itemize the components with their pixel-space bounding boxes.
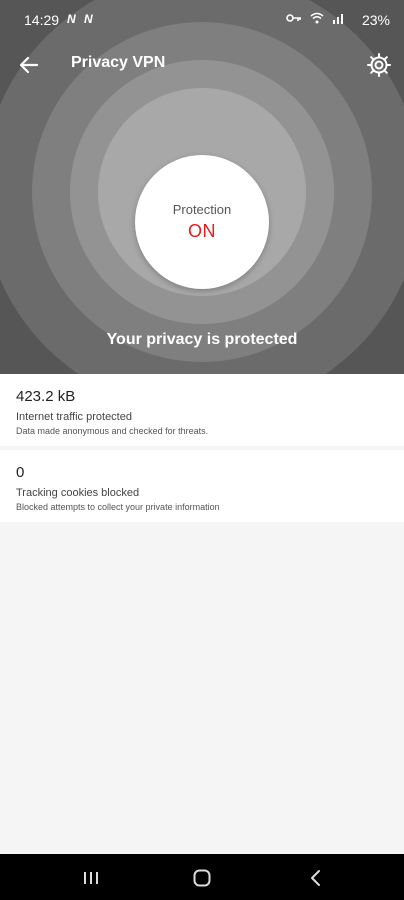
protection-toggle[interactable]: Protection ON	[135, 155, 269, 289]
signal-icon	[333, 14, 343, 24]
status-icons	[286, 12, 346, 24]
stat-value: 0	[16, 464, 25, 481]
nav-back-button[interactable]	[304, 866, 328, 890]
stat-description: Data made anonymous and checked for thre…	[16, 426, 209, 436]
status-bar: 14:29 N N 23%	[0, 0, 404, 40]
system-nav-bar	[0, 854, 404, 900]
protection-state: ON	[188, 221, 216, 241]
stat-value: 423.2 kB	[16, 388, 76, 405]
page-title: Privacy VPN	[71, 54, 166, 71]
notification-icon: N	[67, 12, 76, 26]
stat-label: Tracking cookies blocked	[16, 487, 140, 499]
stat-card-traffic: 423.2 kB Internet traffic protected Data…	[0, 374, 404, 446]
vpn-key-icon	[286, 14, 301, 22]
stat-label: Internet traffic protected	[16, 411, 132, 423]
status-time: 14:29	[24, 12, 60, 28]
notification-icon: N	[84, 12, 93, 26]
stat-card-cookies: 0 Tracking cookies blocked Blocked attem…	[0, 450, 404, 522]
wifi-icon	[310, 12, 324, 24]
gear-icon	[367, 53, 391, 77]
protection-label: Protection	[172, 202, 232, 217]
back-icon	[311, 870, 320, 886]
privacy-status-message: Your privacy is protected	[106, 331, 298, 348]
home-button[interactable]	[190, 866, 214, 890]
battery-level: 23%	[361, 12, 390, 28]
settings-button[interactable]	[364, 50, 394, 80]
app-toolbar: Privacy VPN	[0, 42, 404, 86]
arrow-left-icon	[19, 56, 39, 74]
stats-list: 423.2 kB Internet traffic protected Data…	[0, 374, 404, 522]
stat-description: Blocked attempts to collect your private…	[16, 502, 220, 512]
recents-icon	[84, 872, 98, 884]
recents-button[interactable]	[79, 866, 103, 890]
home-icon	[193, 869, 211, 887]
back-button[interactable]	[14, 50, 44, 80]
